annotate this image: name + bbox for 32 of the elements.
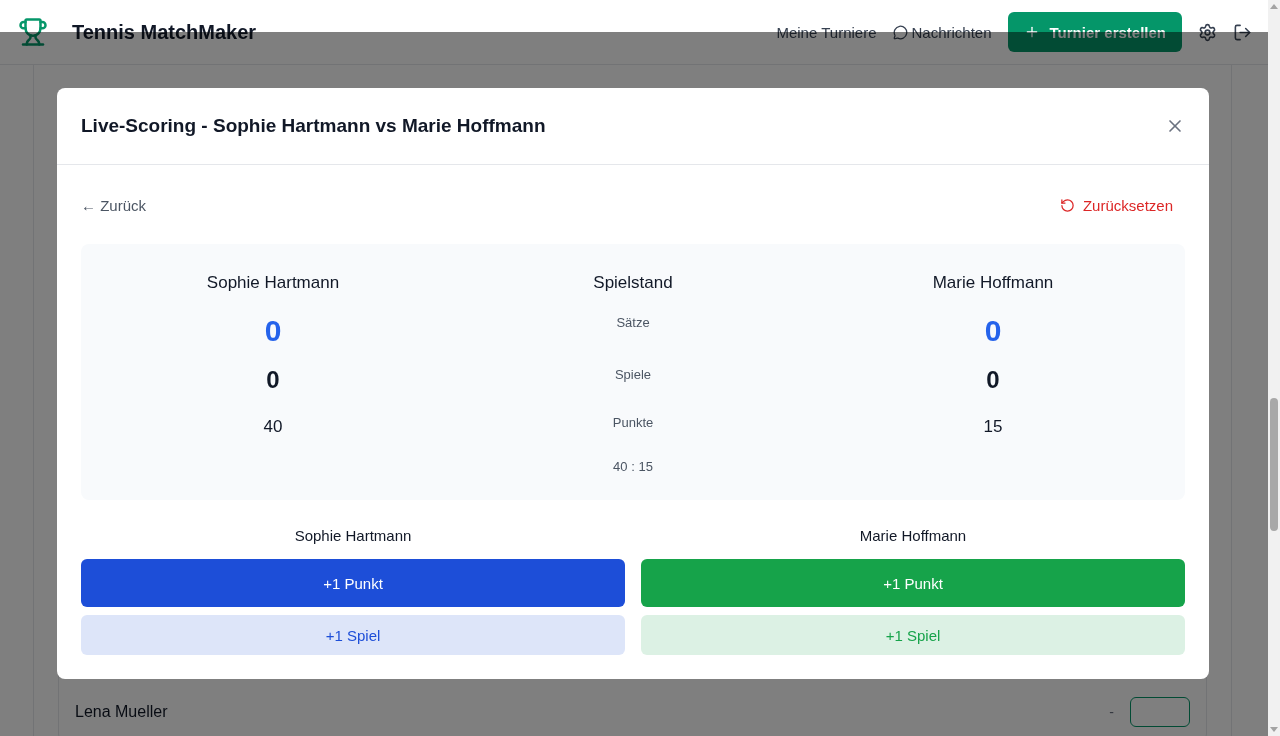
score-label: Spiele [614,366,652,384]
chat-bubble-icon [892,24,908,40]
add-game-button[interactable]: +1 Spiel [81,615,625,655]
points-score: 40 [263,416,283,438]
games-score: 0 [266,365,280,395]
games-score: 0 [986,365,1000,395]
add-point-button[interactable]: +1 Punkt [641,559,1185,607]
score-label: Sätze [616,314,650,332]
scoreboard-title: Spielstand [593,272,673,294]
logout-icon[interactable] [1233,22,1252,42]
reset-icon [1059,197,1075,213]
settings-icon[interactable] [1198,22,1217,42]
back-link[interactable]: ← Zurück [81,196,146,214]
action-button[interactable] [1130,697,1190,727]
dialog-title: Live-Scoring - Sophie Hartmann vs Marie Hoffmann [81,115,546,137]
scrollbar[interactable] [1268,0,1280,736]
sets-score: 0 [984,313,1002,349]
status-text: - [1109,704,1114,720]
add-game-button[interactable]: +1 Spiel [641,615,1185,655]
points-score: 15 [983,416,1003,438]
add-point-button[interactable]: +1 Punkt [81,559,625,607]
trophy-icon [18,17,48,47]
player-name: Lena Mueller [75,703,169,721]
score-label: Punkte [612,414,654,432]
score-summary: 40 : 15 [613,458,653,476]
player-name: Sophie Hartmann [293,526,413,546]
player-name: Sophie Hartmann [206,272,340,294]
reset-button[interactable]: Zurücksetzen [1047,196,1185,214]
player-name: Marie Hoffmann [932,272,1054,294]
sets-score: 0 [264,313,282,349]
player-name: Marie Hoffmann [858,526,968,546]
app-logo: Tennis MatchMaker [72,20,258,44]
